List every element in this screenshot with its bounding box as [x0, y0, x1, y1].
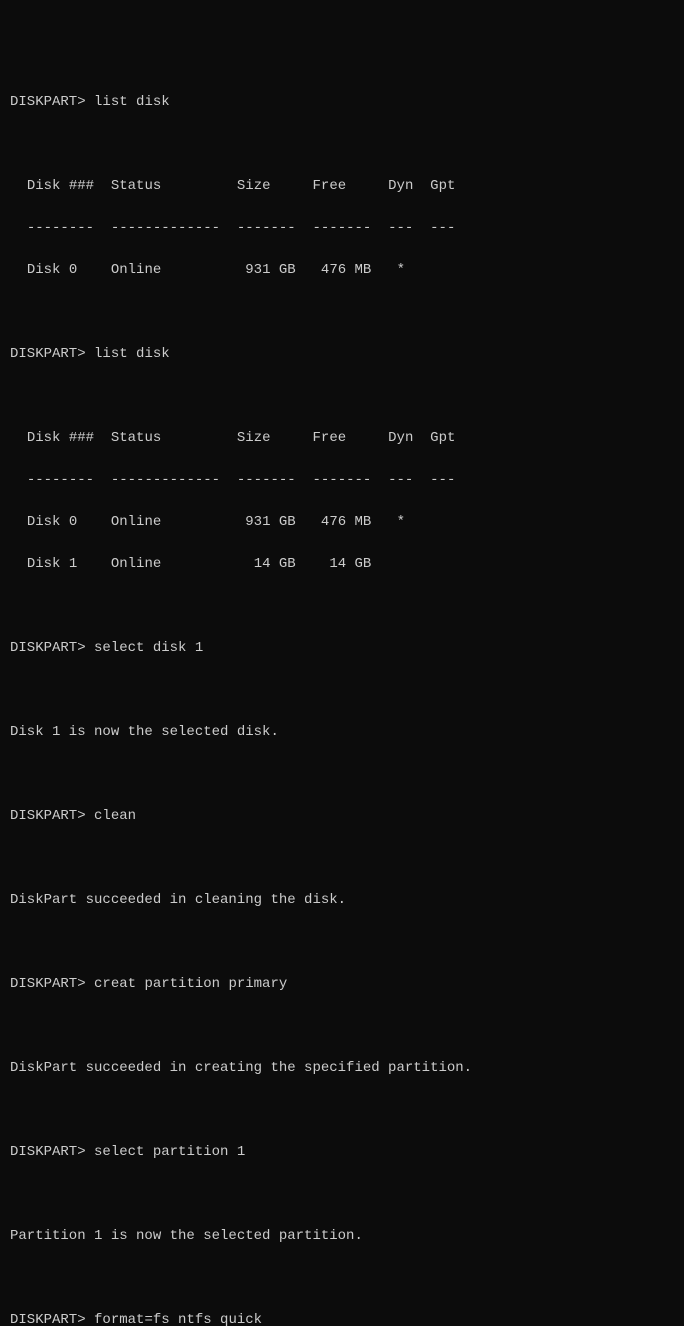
- command-text: clean: [94, 808, 136, 824]
- col-free: Free: [313, 430, 347, 446]
- col-free: Free: [313, 178, 347, 194]
- table-divider: -------- ------------- ------- ------- -…: [10, 470, 674, 491]
- command-line: DISKPART> select partition 1: [10, 1142, 674, 1163]
- cell-disk: Disk 0: [27, 262, 77, 278]
- command-text: format=fs ntfs quick: [94, 1312, 262, 1326]
- cell-free: 476 MB: [321, 514, 371, 530]
- div-status: -------------: [111, 220, 220, 236]
- output-message: Partition 1 is now the selected partitio…: [10, 1226, 674, 1247]
- prompt: DISKPART>: [10, 346, 86, 362]
- prompt: DISKPART>: [10, 808, 86, 824]
- blank-line: [10, 596, 674, 617]
- div-dyn: ---: [388, 220, 413, 236]
- blank-line: [10, 1100, 674, 1121]
- cell-dyn: *: [397, 262, 405, 278]
- col-gpt: Gpt: [430, 430, 455, 446]
- output-message: DiskPart succeeded in creating the speci…: [10, 1058, 674, 1079]
- command-line: DISKPART> select disk 1: [10, 638, 674, 659]
- prompt: DISKPART>: [10, 94, 86, 110]
- col-status: Status: [111, 178, 161, 194]
- div-disk: --------: [27, 472, 94, 488]
- blank-line: [10, 680, 674, 701]
- table-header: Disk ### Status Size Free Dyn Gpt: [10, 176, 674, 197]
- command-text: list disk: [94, 94, 170, 110]
- prompt: DISKPART>: [10, 640, 86, 656]
- blank-line: [10, 932, 674, 953]
- command-text: select disk 1: [94, 640, 203, 656]
- div-size: -------: [237, 220, 296, 236]
- table-divider: -------- ------------- ------- ------- -…: [10, 218, 674, 239]
- cell-status: Online: [111, 262, 161, 278]
- div-size: -------: [237, 472, 296, 488]
- div-gpt: ---: [430, 472, 455, 488]
- cell-disk: Disk 1: [27, 556, 77, 572]
- blank-line: [10, 302, 674, 323]
- cell-status: Online: [111, 556, 161, 572]
- command-text: list disk: [94, 346, 170, 362]
- table-row: Disk 0 Online 931 GB 476 MB *: [10, 260, 674, 281]
- div-dyn: ---: [388, 472, 413, 488]
- table-header: Disk ### Status Size Free Dyn Gpt: [10, 428, 674, 449]
- col-disk: Disk ###: [27, 430, 94, 446]
- col-dyn: Dyn: [388, 178, 413, 194]
- col-gpt: Gpt: [430, 178, 455, 194]
- col-size: Size: [237, 430, 271, 446]
- blank-line: [10, 848, 674, 869]
- cell-size: 931 GB: [245, 514, 295, 530]
- cell-free: 476 MB: [321, 262, 371, 278]
- cell-size: 14 GB: [254, 556, 296, 572]
- prompt: DISKPART>: [10, 1144, 86, 1160]
- blank-line: [10, 386, 674, 407]
- blank-line: [10, 134, 674, 155]
- div-status: -------------: [111, 472, 220, 488]
- output-message: Disk 1 is now the selected disk.: [10, 722, 674, 743]
- div-gpt: ---: [430, 220, 455, 236]
- command-line: DISKPART> list disk: [10, 344, 674, 365]
- col-size: Size: [237, 178, 271, 194]
- command-line: DISKPART> list disk: [10, 92, 674, 113]
- blank-line: [10, 1016, 674, 1037]
- prompt: DISKPART>: [10, 1312, 86, 1326]
- blank-line: [10, 1184, 674, 1205]
- command-text: creat partition primary: [94, 976, 287, 992]
- div-free: -------: [313, 220, 372, 236]
- blank-line: [10, 764, 674, 785]
- div-free: -------: [313, 472, 372, 488]
- command-line: DISKPART> format=fs ntfs quick: [10, 1310, 674, 1326]
- col-disk: Disk ###: [27, 178, 94, 194]
- command-line: DISKPART> creat partition primary: [10, 974, 674, 995]
- blank-lineCl: [10, 1268, 674, 1289]
- output-message: DiskPart succeeded in cleaning the disk.: [10, 890, 674, 911]
- cell-free: 14 GB: [329, 556, 371, 572]
- command-text: select partition 1: [94, 1144, 245, 1160]
- col-status: Status: [111, 430, 161, 446]
- cell-disk: Disk 0: [27, 514, 77, 530]
- col-dyn: Dyn: [388, 430, 413, 446]
- table-row: Disk 0 Online 931 GB 476 MB *: [10, 512, 674, 533]
- command-line: DISKPART> clean: [10, 806, 674, 827]
- div-disk: --------: [27, 220, 94, 236]
- cell-status: Online: [111, 514, 161, 530]
- prompt: DISKPART>: [10, 976, 86, 992]
- table-row: Disk 1 Online 14 GB 14 GB: [10, 554, 674, 575]
- cell-size: 931 GB: [245, 262, 295, 278]
- cell-dyn: *: [397, 514, 405, 530]
